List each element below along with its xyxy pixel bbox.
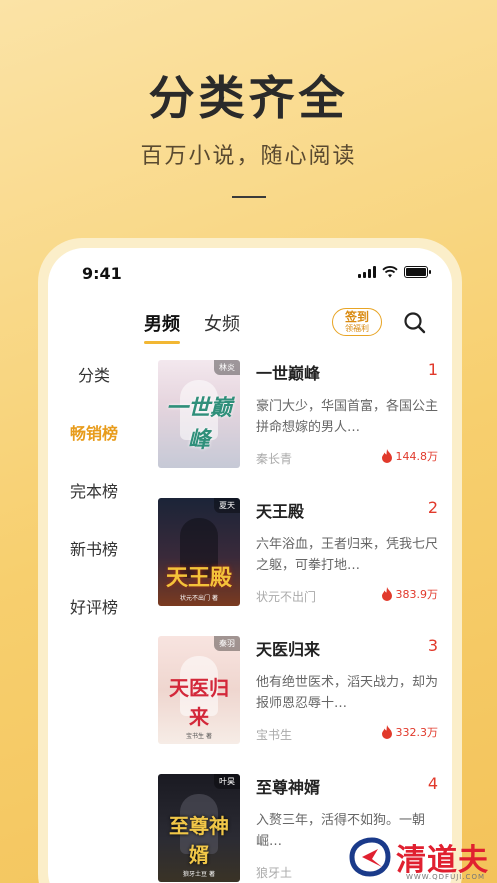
book-author: 狼牙土	[256, 866, 293, 880]
sidebar-item-category[interactable]: 分类	[48, 358, 140, 416]
signin-button[interactable]: 签到 领福利	[332, 308, 382, 336]
ranking-sidebar: 分类 畅销榜 完本榜 新书榜 好评榜	[48, 358, 140, 648]
sidebar-item-new[interactable]: 新书榜	[48, 532, 140, 590]
book-heat: 383.9万	[381, 586, 439, 602]
cellular-signal-icon	[358, 266, 376, 278]
book-cover[interactable]: 林炎 一世巅峰	[158, 360, 240, 468]
heat-value: 332.3万	[395, 726, 439, 739]
watermark-logo-icon	[349, 837, 391, 877]
cover-title: 至尊神婿	[169, 814, 229, 867]
flame-icon	[381, 725, 392, 739]
cover-tag: 夏天	[214, 498, 240, 513]
status-bar: 9:41	[48, 262, 452, 286]
gender-tabs: 男频 女频	[144, 310, 240, 344]
flame-icon	[381, 587, 392, 601]
cover-tag: 叶昊	[214, 774, 240, 789]
book-rank: 3	[427, 636, 438, 655]
status-icons	[358, 266, 431, 278]
book-item[interactable]: 秦羽 天医归来 宝书生 著 天医归来 3 他有绝世医术，滔天战力，却为报师恩忍辱…	[158, 636, 438, 774]
hero-divider	[232, 196, 266, 198]
book-description: 豪门大少，华国首富，各国公主拼命想嫁的男人…	[256, 399, 438, 435]
watermark-logo: 清道夫 WWW.QDFUJI.COM	[348, 835, 489, 881]
book-title: 至尊神婿	[256, 778, 321, 797]
hero-title: 分类齐全	[148, 71, 349, 125]
book-rank: 1	[427, 360, 438, 379]
cover-title: 天王殿	[165, 565, 232, 591]
book-heat: 144.8万	[381, 448, 439, 464]
book-author: 秦长青	[256, 452, 293, 466]
search-icon[interactable]	[402, 310, 428, 336]
book-author: 宝书生	[256, 728, 293, 742]
hero-subtitle: 百万小说，随心阅读	[140, 144, 357, 169]
book-info: 天医归来 3 他有绝世医术，滔天战力，却为报师恩忍辱十… 宝书生 332.3万	[256, 636, 438, 742]
book-cover[interactable]: 叶昊 至尊神婿 狼牙土豆 著	[158, 774, 240, 882]
book-item[interactable]: 林炎 一世巅峰 一世巅峰 1 豪门大少，华国首富，各国公主拼命想嫁的男人… 秦长…	[158, 360, 438, 498]
book-rank: 2	[427, 498, 438, 517]
book-meta: 秦长青 144.8万	[256, 448, 438, 466]
book-author: 状元不出门	[256, 590, 317, 604]
wifi-icon	[382, 266, 398, 278]
signin-sublabel: 领福利	[345, 324, 369, 333]
book-cover[interactable]: 夏天 天王殿 状元不出门 著	[158, 498, 240, 606]
phone-screen: 9:41 男频 女频 签到 领福利 分类 畅销榜 完本榜 新书榜 好评榜 林炎 …	[48, 248, 452, 883]
signin-label: 签到	[344, 310, 369, 324]
battery-icon	[404, 266, 431, 278]
watermark-url: WWW.QDFUJI.COM	[405, 873, 485, 881]
cover-title: 天医归来	[169, 676, 229, 729]
book-heat: 332.3万	[381, 724, 439, 740]
book-description: 他有绝世医术，滔天战力，却为报师恩忍辱十…	[256, 675, 438, 711]
flame-icon	[381, 449, 392, 463]
book-title: 天王殿	[256, 502, 305, 521]
tab-female[interactable]: 女频	[204, 310, 240, 344]
book-rank: 4	[427, 774, 438, 793]
cover-author: 状元不出门 著	[180, 595, 218, 602]
book-info: 一世巅峰 1 豪门大少，华国首富，各国公主拼命想嫁的男人… 秦长青 144.8万	[256, 360, 438, 466]
book-list: 林炎 一世巅峰 一世巅峰 1 豪门大少，华国首富，各国公主拼命想嫁的男人… 秦长…	[158, 360, 438, 883]
book-description: 六年浴血，王者归来，凭我七尺之躯，可拳打地…	[256, 537, 438, 573]
sidebar-item-bestseller[interactable]: 畅销榜	[48, 416, 140, 474]
book-title: 一世巅峰	[256, 364, 321, 383]
status-time: 9:41	[82, 264, 122, 283]
cover-author: 宝书生 著	[186, 733, 212, 740]
cover-author: 狼牙土豆 著	[183, 871, 215, 878]
heat-value: 383.9万	[395, 588, 439, 601]
book-cover[interactable]: 秦羽 天医归来 宝书生 著	[158, 636, 240, 744]
book-item[interactable]: 夏天 天王殿 状元不出门 著 天王殿 2 六年浴血，王者归来，凭我七尺之躯，可拳…	[158, 498, 438, 636]
heat-value: 144.8万	[395, 450, 439, 463]
book-title: 天医归来	[256, 640, 321, 659]
sidebar-item-top-rated[interactable]: 好评榜	[48, 590, 140, 648]
cover-title: 一世巅峰	[165, 395, 232, 453]
book-meta: 宝书生 332.3万	[256, 724, 438, 742]
cover-tag: 林炎	[214, 360, 240, 375]
tab-male[interactable]: 男频	[144, 310, 180, 344]
sidebar-item-completed[interactable]: 完本榜	[48, 474, 140, 532]
book-meta: 状元不出门 383.9万	[256, 586, 438, 604]
book-info: 天王殿 2 六年浴血，王者归来，凭我七尺之躯，可拳打地… 状元不出门 383.9…	[256, 498, 438, 604]
cover-tag: 秦羽	[214, 636, 240, 651]
